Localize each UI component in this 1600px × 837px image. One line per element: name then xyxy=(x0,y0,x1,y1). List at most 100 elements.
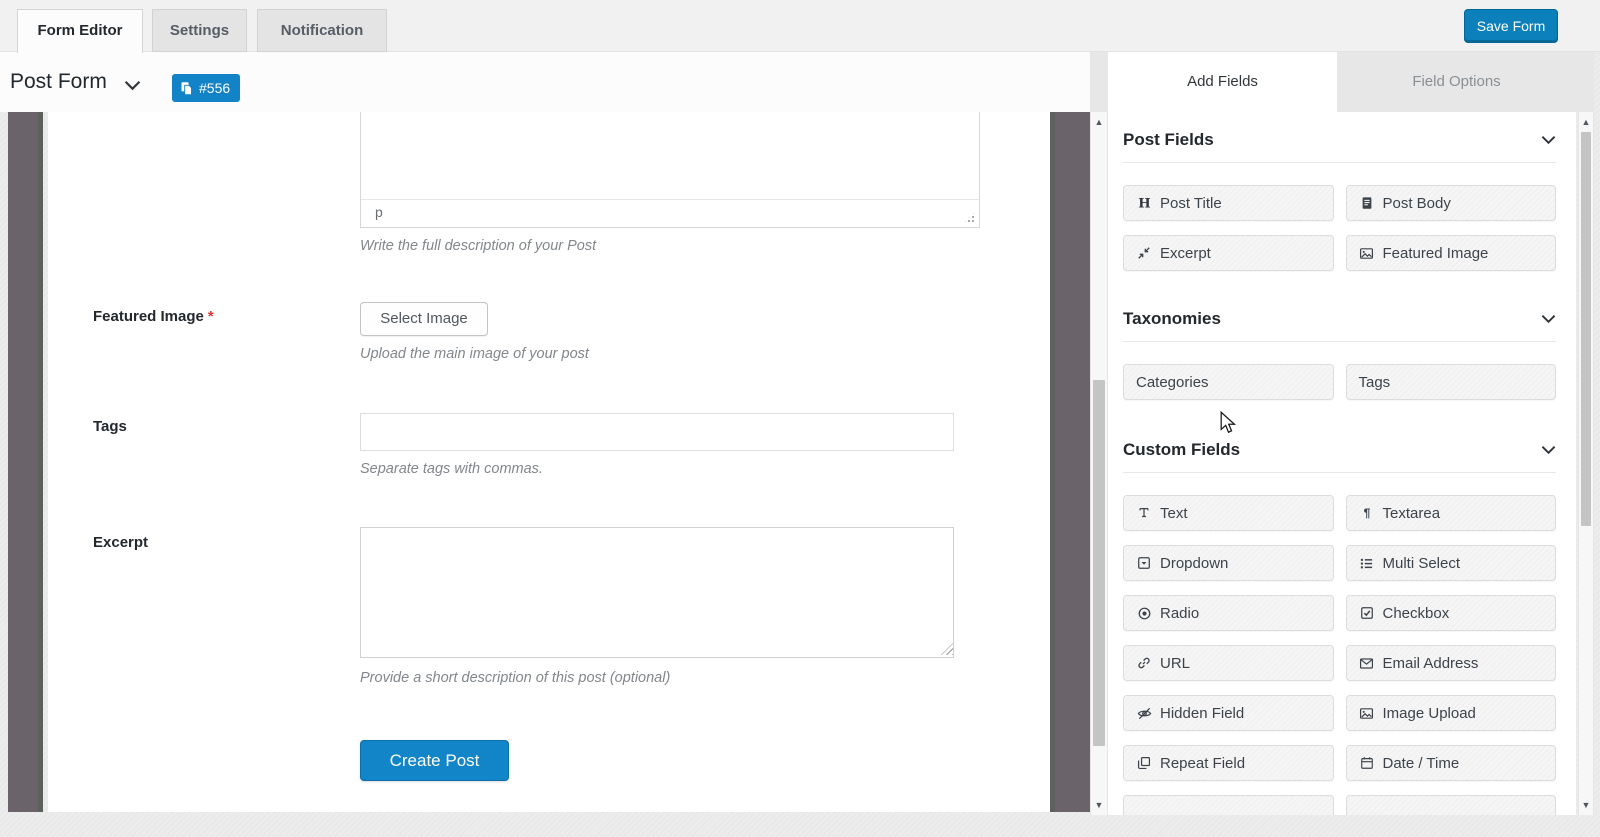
save-form-button[interactable]: Save Form xyxy=(1464,9,1558,43)
form-toolbar: Post Form #556 xyxy=(0,52,1090,112)
pages-icon xyxy=(179,81,194,96)
section-title-post-fields: Post Fields xyxy=(1123,130,1214,150)
heading-icon: H xyxy=(1136,196,1152,211)
sidebar-tab-bar: Add Fields Field Options xyxy=(1090,52,1594,112)
field-button-label: Dropdown xyxy=(1160,555,1228,572)
checkbox-icon xyxy=(1359,606,1375,620)
field-button-post-body[interactable]: Post Body xyxy=(1346,185,1557,221)
tab-field-options[interactable]: Field Options xyxy=(1337,52,1576,112)
field-button-dropdown[interactable]: Dropdown xyxy=(1123,545,1334,581)
create-post-button[interactable]: Create Post xyxy=(360,740,509,781)
section-post-fields: Post Fields H Post Title Post Body Excerpt F… xyxy=(1123,130,1556,271)
tab-notification[interactable]: Notification xyxy=(257,9,387,52)
field-button-image-upload[interactable]: Image Upload xyxy=(1346,695,1557,731)
field-button-label: Checkbox xyxy=(1383,605,1450,622)
excerpt-label: Excerpt xyxy=(93,534,148,551)
field-button-label: Date / Time xyxy=(1383,755,1460,772)
select-image-button[interactable]: Select Image xyxy=(360,302,488,336)
field-button-categories[interactable]: Categories xyxy=(1123,364,1334,400)
scroll-up-arrow-icon[interactable]: ▲ xyxy=(1579,114,1593,130)
canvas-left-gutter xyxy=(8,112,43,812)
field-button-label: Image Upload xyxy=(1383,705,1476,722)
list-icon xyxy=(1359,556,1375,571)
tags-help-text: Separate tags with commas. xyxy=(360,461,543,477)
add-fields-panel: Post Fields H Post Title Post Body Excerpt F… xyxy=(1108,112,1576,815)
field-button-label: Post Body xyxy=(1383,195,1451,212)
form-builder-page: Form Editor Settings Notification Save F… xyxy=(0,0,1600,837)
form-id-text: #556 xyxy=(199,74,230,102)
field-button-tags[interactable]: Tags xyxy=(1346,364,1557,400)
form-title[interactable]: Post Form xyxy=(10,52,107,112)
chevron-down-icon[interactable] xyxy=(1541,135,1556,145)
field-button-label: Radio xyxy=(1160,605,1199,622)
field-button-label: Multi Select xyxy=(1383,555,1461,572)
field-button-label: Post Title xyxy=(1160,195,1222,212)
field-button-post-title[interactable]: H Post Title xyxy=(1123,185,1334,221)
field-button-radio[interactable]: Radio xyxy=(1123,595,1334,631)
field-button-label: Excerpt xyxy=(1160,245,1211,262)
field-button-label: URL xyxy=(1160,655,1190,672)
sidebar-scrollbar-thumb[interactable] xyxy=(1581,132,1591,526)
eye-slash-icon xyxy=(1136,706,1152,721)
calendar-icon xyxy=(1359,756,1375,770)
post-body-help-text: Write the full description of your Post xyxy=(360,238,596,254)
editor-element-path[interactable]: p xyxy=(375,204,383,220)
field-button-label: Hidden Field xyxy=(1160,705,1244,722)
chevron-down-icon[interactable] xyxy=(1541,445,1556,455)
field-button-text[interactable]: Text xyxy=(1123,495,1334,531)
field-button-hidden-field[interactable]: Hidden Field xyxy=(1123,695,1334,731)
featured-image-help-text: Upload the main image of your post xyxy=(360,346,589,362)
tags-label: Tags xyxy=(93,418,127,435)
section-custom-fields: Custom Fields Text ¶ Textarea Dropdown Multi… xyxy=(1123,440,1556,815)
section-title-taxonomies: Taxonomies xyxy=(1123,309,1221,329)
required-asterisk: * xyxy=(208,308,214,325)
excerpt-help-text: Provide a short description of this post… xyxy=(360,670,670,686)
scroll-up-arrow-icon[interactable]: ▲ xyxy=(1091,114,1107,130)
field-button-featured-image[interactable]: Featured Image xyxy=(1346,235,1557,271)
post-body-editor[interactable]: p xyxy=(360,112,980,228)
chevron-down-icon[interactable] xyxy=(124,78,141,96)
tab-form-editor[interactable]: Form Editor xyxy=(17,9,143,53)
tab-add-fields[interactable]: Add Fields xyxy=(1108,52,1337,112)
link-icon xyxy=(1136,656,1152,670)
field-button-date-time[interactable]: Date / Time xyxy=(1346,745,1557,781)
canvas-scrollbar-thumb[interactable] xyxy=(1093,380,1105,746)
field-button-partial[interactable] xyxy=(1346,795,1557,815)
field-button-excerpt[interactable]: Excerpt xyxy=(1123,235,1334,271)
field-button-repeat-field[interactable]: Repeat Field xyxy=(1123,745,1334,781)
field-button-label: Categories xyxy=(1136,374,1209,391)
scroll-down-arrow-icon[interactable]: ▼ xyxy=(1091,797,1107,813)
sidebar-scrollbar[interactable]: ▲ ▼ xyxy=(1578,112,1594,815)
field-button-url[interactable]: URL xyxy=(1123,645,1334,681)
svg-text:H: H xyxy=(1138,196,1150,210)
svg-text:¶: ¶ xyxy=(1363,506,1370,520)
featured-image-label: Featured Image* xyxy=(93,308,214,325)
scroll-down-arrow-icon[interactable]: ▼ xyxy=(1579,797,1593,813)
field-button-textarea[interactable]: ¶ Textarea xyxy=(1346,495,1557,531)
form-id-badge[interactable]: #556 xyxy=(172,74,240,102)
envelope-icon xyxy=(1359,656,1375,671)
canvas-scrollbar[interactable]: ▲ ▼ xyxy=(1090,112,1108,815)
field-button-partial[interactable] xyxy=(1123,795,1334,815)
text-icon xyxy=(1136,506,1152,520)
image-icon xyxy=(1359,246,1375,261)
radio-icon xyxy=(1136,606,1152,621)
section-divider xyxy=(1123,341,1556,342)
editor-resize-grip[interactable] xyxy=(963,211,976,224)
section-title-custom-fields: Custom Fields xyxy=(1123,440,1240,460)
field-button-multi-select[interactable]: Multi Select xyxy=(1346,545,1557,581)
chevron-down-icon[interactable] xyxy=(1541,314,1556,324)
form-preview-canvas: p Write the full description of your Pos… xyxy=(48,112,1050,812)
canvas-right-gutter xyxy=(1050,112,1090,812)
tab-settings[interactable]: Settings xyxy=(152,9,247,52)
editor-status-bar: p xyxy=(361,199,979,227)
compress-icon xyxy=(1136,246,1152,260)
field-button-email-address[interactable]: Email Address xyxy=(1346,645,1557,681)
tags-input[interactable] xyxy=(360,413,954,451)
field-button-label: Email Address xyxy=(1383,655,1479,672)
field-button-label: Textarea xyxy=(1383,505,1441,522)
excerpt-textarea[interactable] xyxy=(360,527,954,658)
field-button-checkbox[interactable]: Checkbox xyxy=(1346,595,1557,631)
clone-icon xyxy=(1136,756,1152,770)
image-icon xyxy=(1359,706,1375,721)
